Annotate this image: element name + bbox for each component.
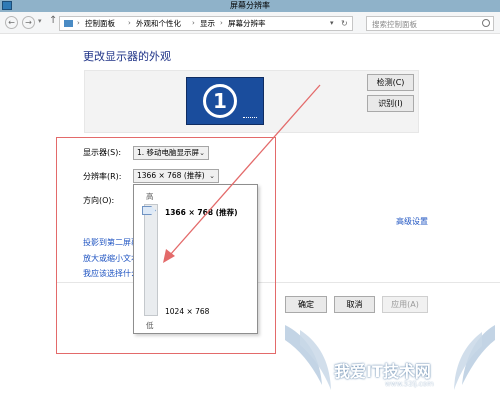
back-button[interactable]: ← (5, 16, 18, 29)
breadcrumb-separator: › (220, 19, 223, 27)
address-bar[interactable]: › 控制面板 › 外观和个性化 › 显示 › 屏幕分辨率 ▾ ↻ (59, 16, 353, 31)
search-box[interactable]: 搜索控制面板 (366, 16, 494, 31)
detect-button[interactable]: 检测(C) (367, 74, 414, 91)
recent-pages-chevron-icon[interactable]: ▾ (38, 17, 42, 25)
address-dropdown-icon[interactable]: ▾ (330, 19, 334, 27)
navigation-bar: ← → ▾ ↑ › 控制面板 › 外观和个性化 › 显示 › 屏幕分辨率 ▾ ↻… (0, 12, 500, 34)
page-title: 更改显示器的外观 (83, 50, 171, 63)
identify-button[interactable]: 识别(I) (367, 95, 414, 112)
monitor-1-tile[interactable]: 1 (186, 77, 264, 125)
cancel-button[interactable]: 取消 (334, 296, 375, 313)
breadcrumb-screen-resolution[interactable]: 屏幕分辨率 (228, 19, 266, 29)
forward-button[interactable]: → (22, 16, 35, 29)
breadcrumb-display[interactable]: 显示 (200, 19, 215, 29)
advanced-settings-link[interactable]: 高级设置 (396, 217, 428, 227)
breadcrumb-separator: › (77, 19, 80, 27)
breadcrumb-appearance[interactable]: 外观和个性化 (136, 19, 181, 29)
breadcrumb-separator: › (192, 19, 195, 27)
search-icon[interactable] (482, 19, 490, 27)
watermark-text: 我爱IT技术网 (334, 362, 431, 381)
breadcrumb-control-panel[interactable]: 控制面板 (85, 19, 115, 29)
annotation-highlight-box (56, 137, 276, 354)
title-bar: 屏幕分辨率 (0, 0, 500, 12)
search-input[interactable]: 搜索控制面板 (372, 19, 417, 30)
watermark-url: www.52ij.com (385, 380, 434, 388)
monitor-preview-area: 1 检测(C) 识别(I) (84, 70, 419, 133)
monitor-dots (243, 117, 257, 120)
window-title: 屏幕分辨率 (230, 1, 270, 10)
apply-button[interactable]: 应用(A) (382, 296, 428, 313)
breadcrumb-separator: › (128, 19, 131, 27)
refresh-icon[interactable]: ↻ (341, 19, 348, 28)
monitor-number: 1 (203, 84, 237, 118)
ok-button[interactable]: 确定 (285, 296, 327, 313)
up-arrow-icon[interactable]: ↑ (49, 15, 57, 26)
control-panel-icon (64, 20, 73, 27)
